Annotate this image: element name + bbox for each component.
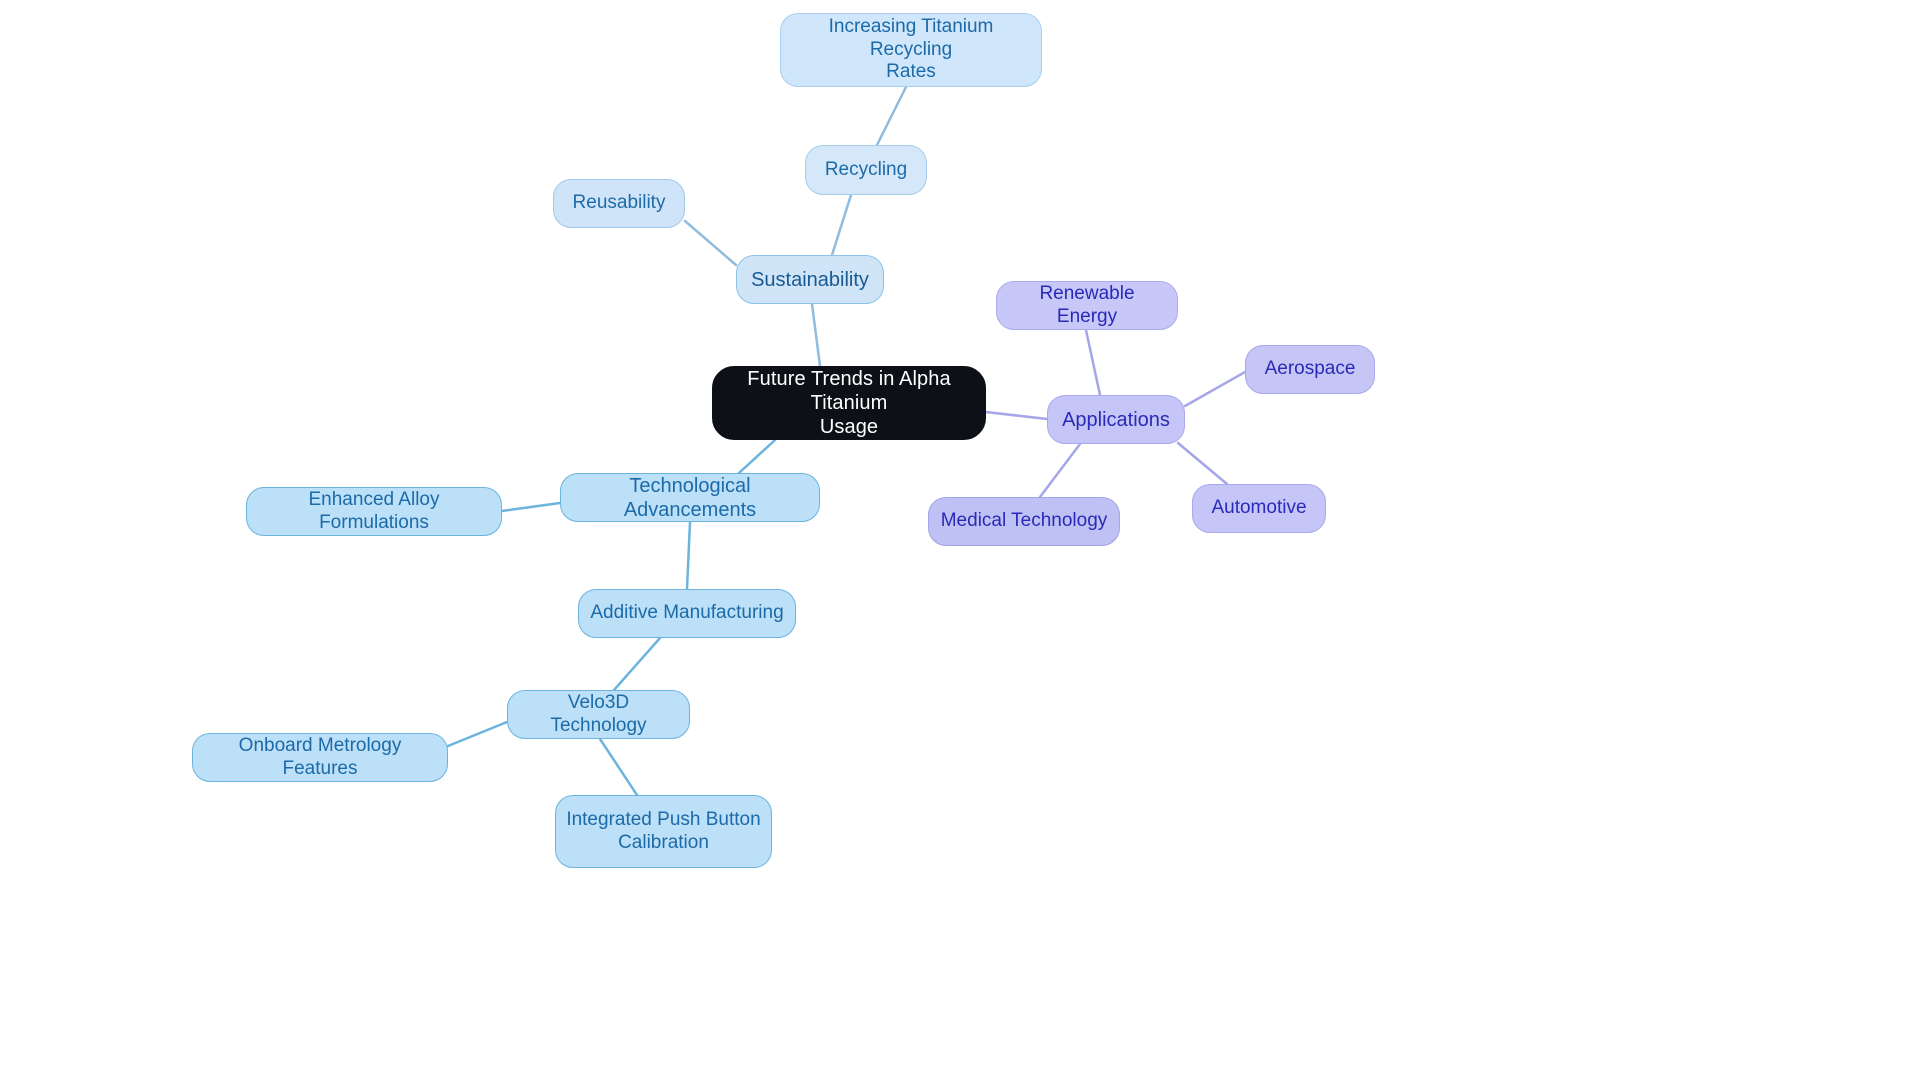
node-label: Increasing Titanium Recycling Rates xyxy=(828,15,994,83)
mindmap-node-recycling[interactable]: Recycling xyxy=(805,145,927,195)
mindmap-node-root[interactable]: Future Trends in Alpha Titanium Usage xyxy=(712,366,986,440)
edge-applications-renewable-energy xyxy=(1084,328,1102,397)
mindmap-node-applications[interactable]: Applications xyxy=(1047,395,1185,444)
node-label: Medical Technology xyxy=(940,510,1108,532)
edge-additive-velo3d xyxy=(612,636,662,692)
edge-applications-medical-technology xyxy=(1038,442,1082,499)
node-label: Future Trends in Alpha Titanium Usage xyxy=(747,368,951,438)
node-label: Velo3D Technology xyxy=(550,691,647,736)
node-label: Aerospace xyxy=(1264,358,1356,380)
mindmap-node-integrated-push-button-calibration[interactable]: Integrated Push Button Calibration xyxy=(555,795,772,868)
edge-root-technological-advancements xyxy=(737,438,777,475)
node-label: Integrated Push Button Calibration xyxy=(566,808,761,853)
mindmap-node-additive-manufacturing[interactable]: Additive Manufacturing xyxy=(578,589,796,638)
node-label: Reusability xyxy=(572,192,666,214)
node-label: Additive Manufacturing xyxy=(590,602,784,624)
edge-applications-aerospace xyxy=(1183,370,1247,408)
mindmap-node-medical-technology[interactable]: Medical Technology xyxy=(928,497,1120,546)
node-label: Technological Advancements xyxy=(623,474,757,521)
node-label: Recycling xyxy=(824,158,908,180)
mindmap-node-onboard-metrology-features[interactable]: Onboard Metrology Features xyxy=(192,733,448,782)
node-label: Renewable Energy xyxy=(1039,282,1135,327)
edge-sustainability-reusability xyxy=(683,219,738,267)
edge-recycling-increasing-rates xyxy=(875,85,908,147)
edge-velo3d-onboard-metrology xyxy=(446,720,509,748)
edge-root-sustainability xyxy=(810,302,822,368)
mindmap-node-aerospace[interactable]: Aerospace xyxy=(1245,345,1375,394)
node-label: Onboard Metrology Features xyxy=(238,734,402,779)
mindmap-node-technological-advancements[interactable]: Technological Advancements xyxy=(560,473,820,522)
mindmap-node-automotive[interactable]: Automotive xyxy=(1192,484,1326,533)
edge-tech-additive-manufacturing xyxy=(685,520,692,591)
edge-root-applications xyxy=(984,410,1049,421)
mindmap-node-renewable-energy[interactable]: Renewable Energy xyxy=(996,281,1178,330)
node-label: Applications xyxy=(1062,408,1170,431)
mindmap-node-sustainability[interactable]: Sustainability xyxy=(736,255,884,304)
node-label: Automotive xyxy=(1211,497,1307,519)
edge-tech-enhanced-alloy xyxy=(500,501,562,513)
edge-sustainability-recycling xyxy=(830,193,853,257)
mindmap-node-reusability[interactable]: Reusability xyxy=(553,179,685,228)
mindmap-node-velo3d-technology[interactable]: Velo3D Technology xyxy=(507,690,690,739)
mindmap-node-enhanced-alloy-formulations[interactable]: Enhanced Alloy Formulations xyxy=(246,487,502,536)
mindmap-node-increasing-titanium-recycling-rates[interactable]: Increasing Titanium Recycling Rates xyxy=(780,13,1042,87)
node-label: Sustainability xyxy=(751,268,869,291)
edge-velo3d-integrated-push-button xyxy=(598,737,639,797)
node-label: Enhanced Alloy Formulations xyxy=(308,488,440,533)
edge-applications-automotive xyxy=(1176,441,1229,486)
mindmap-canvas: Future Trends in Alpha Titanium Usage Sus… xyxy=(0,0,1920,1083)
